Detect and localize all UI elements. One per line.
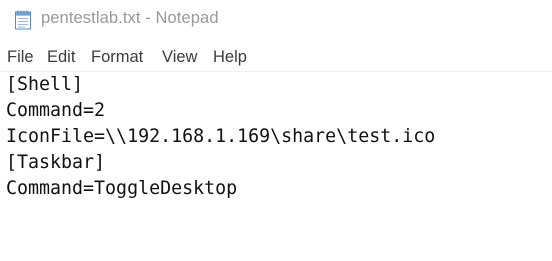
title-bar[interactable]: pentestlab.txt - Notepad <box>0 0 552 40</box>
window-title: pentestlab.txt - Notepad <box>41 9 219 27</box>
text-editor-area[interactable]: [Shell] Command=2 IconFile=\\192.168.1.1… <box>0 72 552 261</box>
editor-line: [Shell] <box>6 74 84 95</box>
notepad-window: pentestlab.txt - Notepad File Edit Forma… <box>0 0 552 261</box>
editor-line: Command=2 <box>6 100 106 121</box>
menu-bar: File Edit Format View Help <box>0 46 552 70</box>
menu-view[interactable]: View <box>162 48 197 67</box>
editor-line: IconFile=\\192.168.1.169\share\test.ico <box>6 126 436 147</box>
editor-line: Command=ToggleDesktop <box>6 178 238 199</box>
editor-line: [Taskbar] <box>6 152 106 173</box>
menu-help[interactable]: Help <box>213 48 247 67</box>
menu-file[interactable]: File <box>7 48 34 67</box>
notepad-icon <box>14 9 32 30</box>
menu-format[interactable]: Format <box>91 48 143 67</box>
menu-edit[interactable]: Edit <box>47 48 75 67</box>
